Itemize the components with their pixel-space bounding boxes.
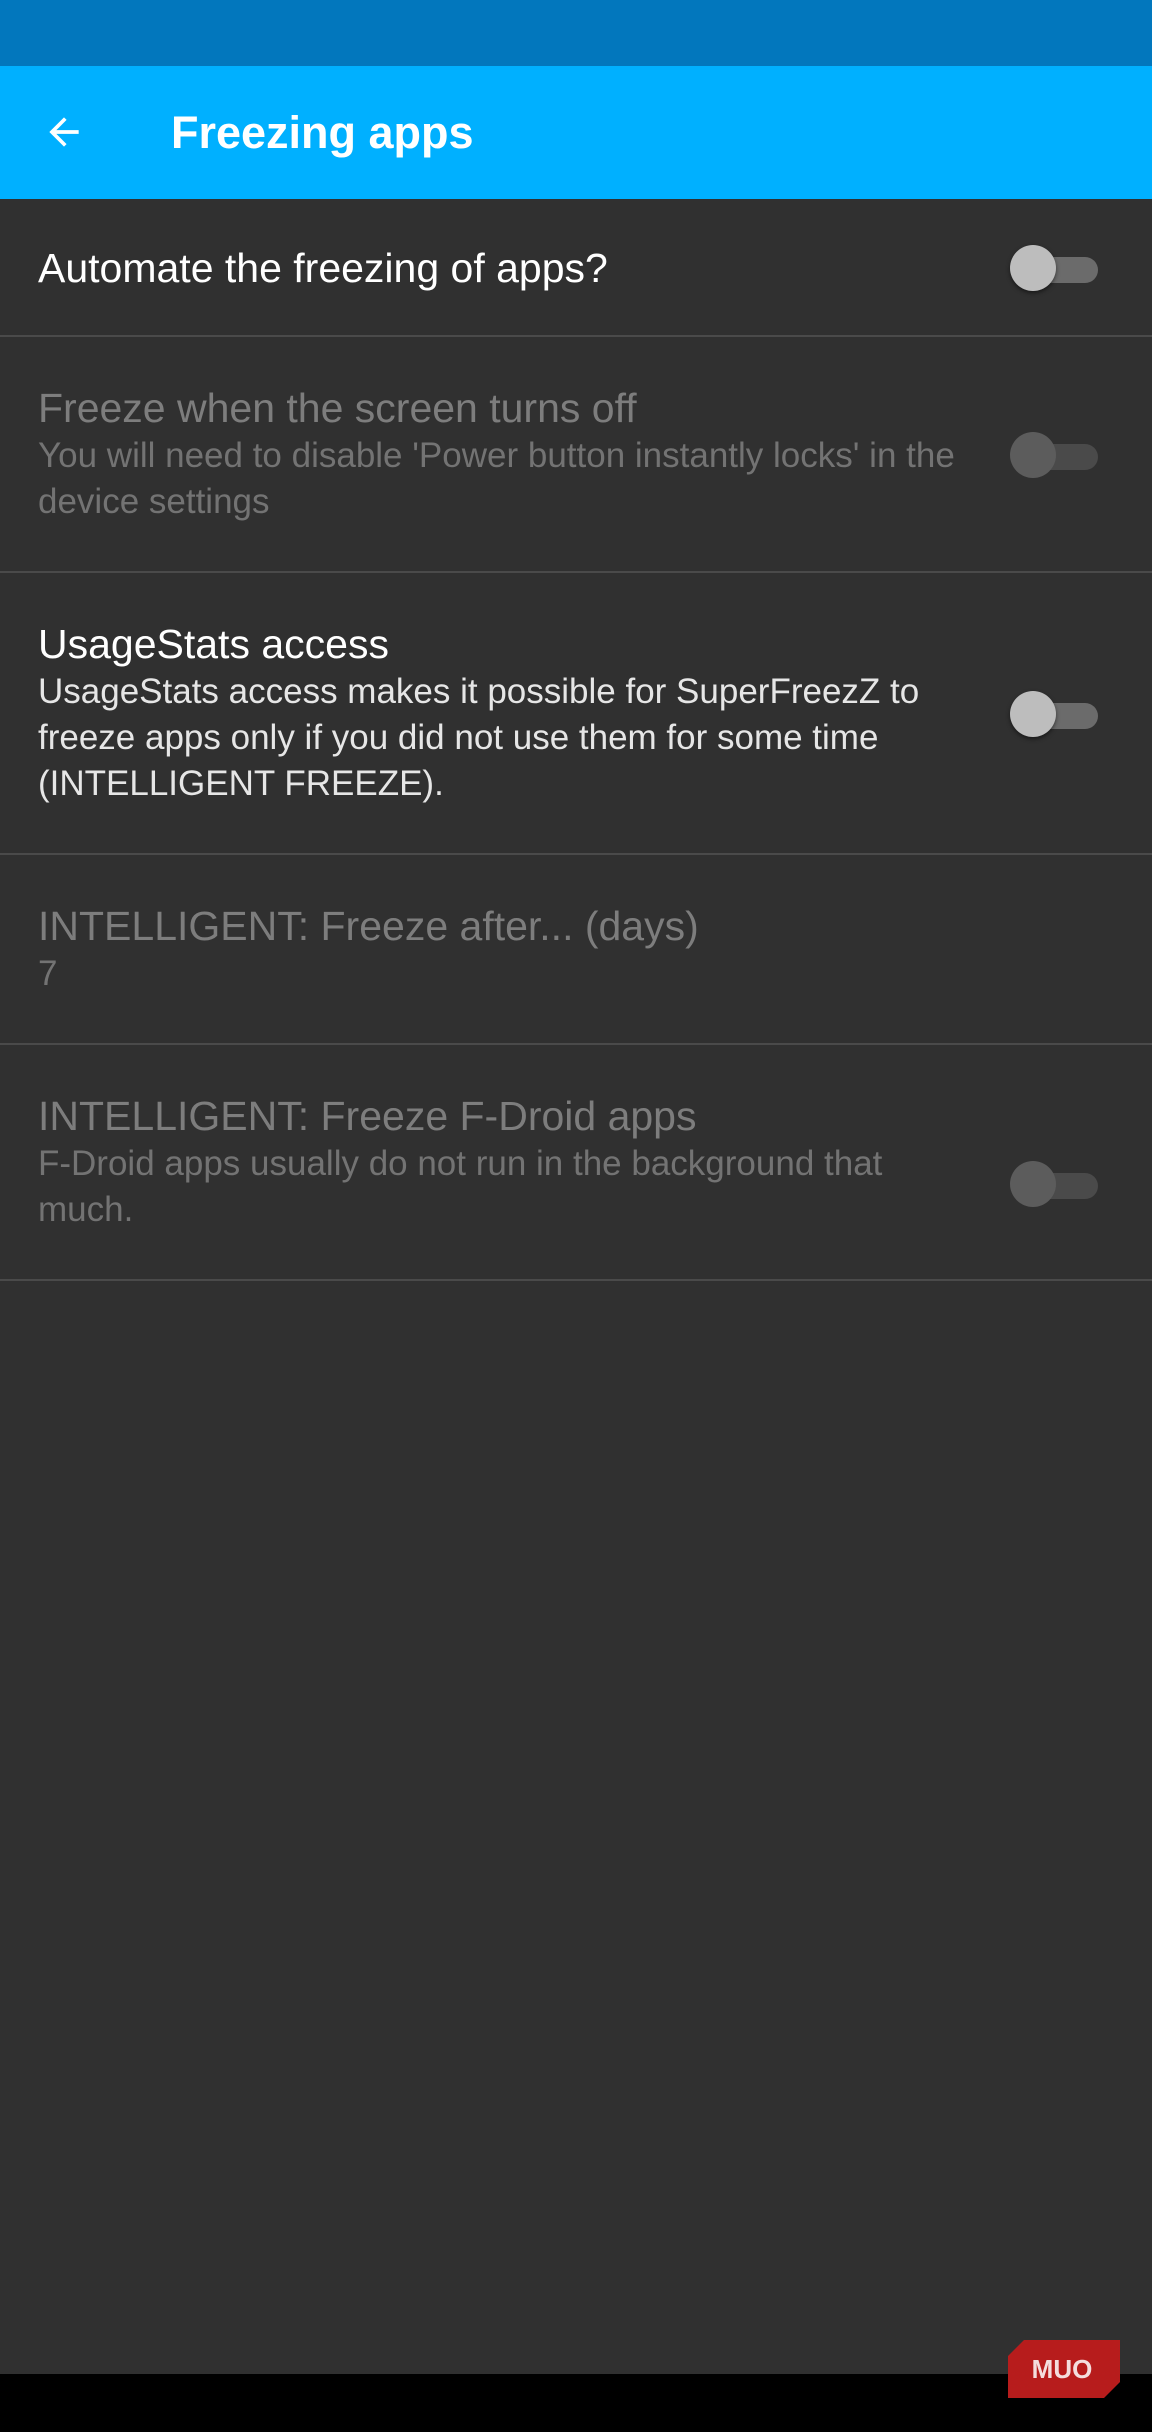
automate-freezing-switch[interactable] <box>1010 245 1098 291</box>
freezing-apps-screen: Freezing apps Automate the freezing of a… <box>0 0 1152 2432</box>
pref-summary: F-Droid apps usually do not run in the b… <box>38 1144 883 1229</box>
freeze-screen-off-switch <box>1010 432 1098 478</box>
pref-usagestats-access[interactable]: UsageStats access UsageStats access make… <box>0 573 1152 855</box>
freeze-fdroid-apps-switch <box>1010 1161 1098 1207</box>
pref-summary: 7 <box>38 954 58 993</box>
muo-watermark-logo: MUO <box>1008 2340 1120 2398</box>
pref-summary: You will need to disable 'Power button i… <box>38 436 955 521</box>
pref-title: Automate the freezing of apps? <box>38 245 608 291</box>
back-button[interactable] <box>28 96 100 168</box>
pref-summary: UsageStats access makes it possible for … <box>38 672 920 803</box>
pref-title: INTELLIGENT: Freeze F-Droid apps <box>38 1093 697 1139</box>
switch-thumb <box>1010 245 1056 291</box>
pref-title: INTELLIGENT: Freeze after... (days) <box>38 903 699 949</box>
switch-thumb <box>1010 432 1056 478</box>
switch-thumb <box>1010 691 1056 737</box>
arrow-back-icon <box>49 117 79 147</box>
pref-title: UsageStats access <box>38 621 389 667</box>
pref-freeze-fdroid-apps: INTELLIGENT: Freeze F-Droid apps F-Droid… <box>0 1045 1152 1281</box>
pref-freeze-after-days: INTELLIGENT: Freeze after... (days) 7 <box>0 855 1152 1045</box>
pref-title: Freeze when the screen turns off <box>38 385 637 431</box>
pref-freeze-screen-off: Freeze when the screen turns off You wil… <box>0 337 1152 573</box>
svg-text:MUO: MUO <box>1032 2354 1093 2384</box>
app-bar: Freezing apps <box>0 66 1152 199</box>
usagestats-access-switch[interactable] <box>1010 691 1098 737</box>
navigation-bar <box>0 2374 1152 2432</box>
settings-list: Automate the freezing of apps? Freeze wh… <box>0 199 1152 1281</box>
switch-thumb <box>1010 1161 1056 1207</box>
status-bar <box>0 0 1152 66</box>
pref-automate-freezing[interactable]: Automate the freezing of apps? <box>0 199 1152 337</box>
page-title: Freezing apps <box>171 107 474 158</box>
